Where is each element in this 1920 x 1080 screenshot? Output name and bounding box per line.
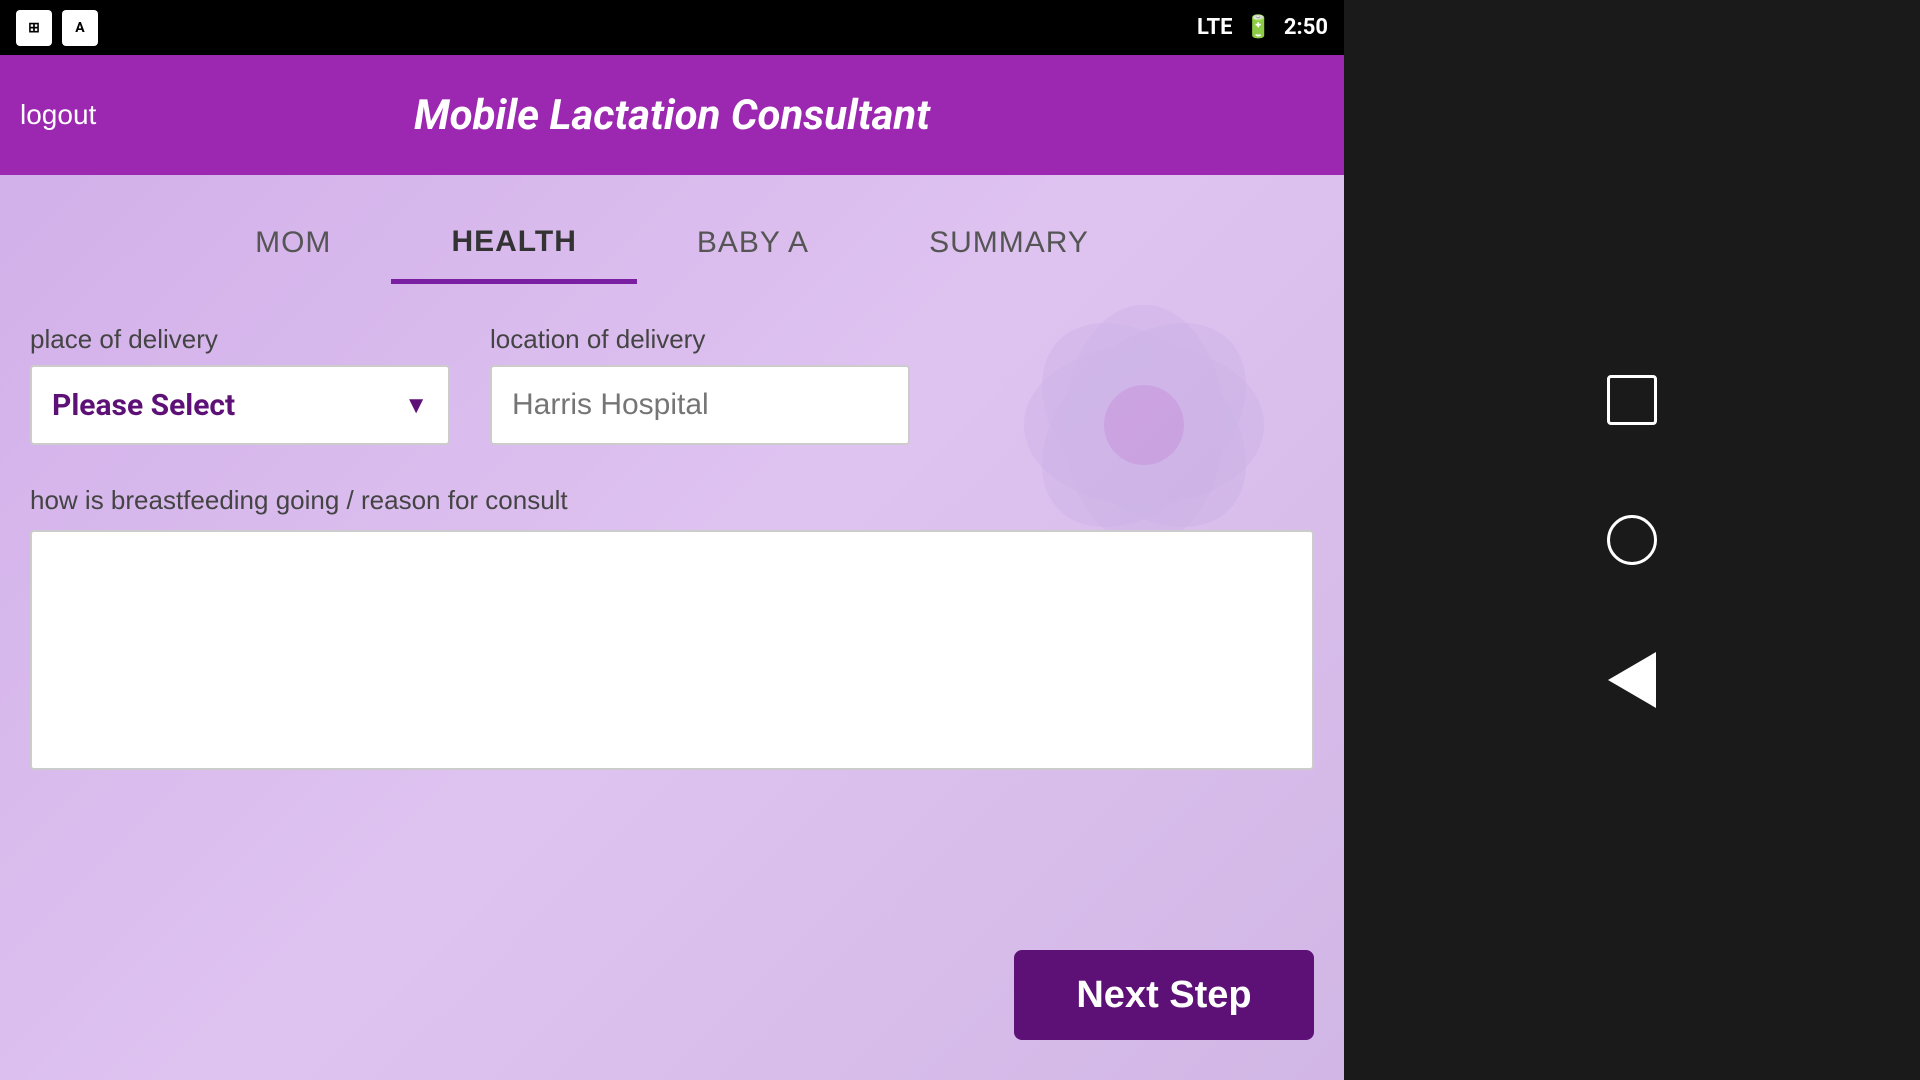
time-label: 2:50 (1284, 15, 1328, 40)
place-of-delivery-group: place of delivery Please Select ▼ (30, 324, 450, 445)
circle-icon (1607, 515, 1657, 565)
nav-home-button[interactable] (1602, 510, 1662, 570)
form-area: place of delivery Please Select ▼ locati… (30, 324, 1314, 774)
delivery-row: place of delivery Please Select ▼ locati… (30, 324, 1314, 445)
android-nav-bar (1344, 0, 1920, 1080)
a-icon: A (62, 10, 98, 46)
location-of-delivery-input[interactable] (490, 365, 910, 445)
grid-icon: ⊞ (16, 10, 52, 46)
tab-health[interactable]: HEALTH (391, 205, 636, 284)
breastfeeding-section: how is breastfeeding going / reason for … (30, 485, 1314, 774)
nav-back-button[interactable] (1602, 650, 1662, 710)
nav-square-button[interactable] (1602, 370, 1662, 430)
status-bar-right: LTE 🔋 2:50 (1197, 15, 1328, 40)
place-of-delivery-label: place of delivery (30, 324, 450, 355)
status-bar-left: ⊞ A (16, 10, 98, 46)
dropdown-arrow-icon: ▼ (404, 391, 428, 420)
app-header: logout Mobile Lactation Consultant (0, 55, 1344, 175)
network-label: LTE (1197, 15, 1232, 40)
triangle-icon (1608, 652, 1656, 708)
app-container: ⊞ A LTE 🔋 2:50 logout Mobile Lactation C… (0, 0, 1344, 1080)
tab-summary[interactable]: SUMMARY (869, 205, 1149, 284)
battery-icon: 🔋 (1245, 15, 1272, 40)
location-of-delivery-label: location of delivery (490, 324, 910, 355)
app-title: Mobile Lactation Consultant (414, 91, 930, 140)
breastfeeding-label: how is breastfeeding going / reason for … (30, 485, 1314, 516)
next-step-button[interactable]: Next Step (1014, 950, 1314, 1040)
tab-baby-a[interactable]: BABY A (637, 205, 869, 284)
square-icon (1607, 375, 1657, 425)
tab-mom[interactable]: MOM (195, 205, 391, 284)
tab-bar: MOM HEALTH BABY A SUMMARY (30, 175, 1314, 284)
breastfeeding-textarea[interactable] (30, 530, 1314, 770)
place-of-delivery-dropdown[interactable]: Please Select ▼ (30, 365, 450, 445)
logout-button[interactable]: logout (20, 99, 96, 131)
status-bar: ⊞ A LTE 🔋 2:50 (0, 0, 1344, 55)
location-of-delivery-group: location of delivery (490, 324, 910, 445)
place-of-delivery-value: Please Select (52, 388, 235, 423)
content-area: MOM HEALTH BABY A SUMMARY place of deliv… (0, 175, 1344, 1080)
